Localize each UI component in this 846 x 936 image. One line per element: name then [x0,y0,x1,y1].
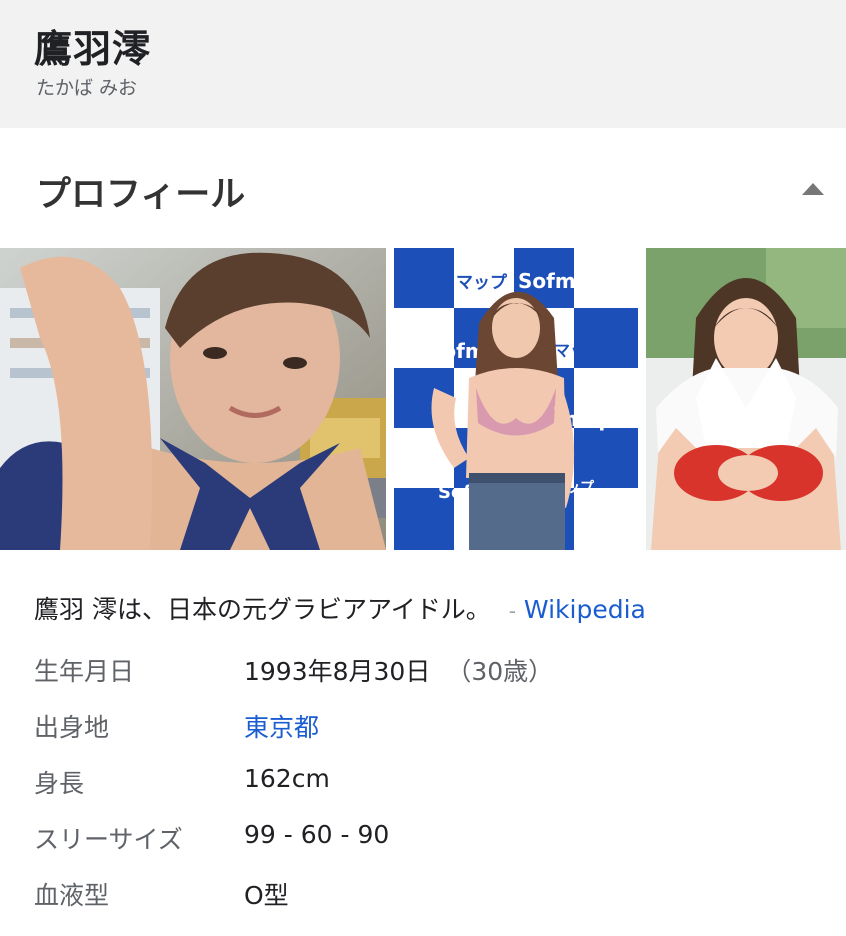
image-gallery: ソフマップ Sofmap Sofm ソフマップ Sof map ップ ップ [0,248,846,550]
fact-row-measurements: スリーサイズ 99 - 60 - 90 [34,808,834,864]
profile-section-header[interactable]: プロフィール [0,152,846,222]
entity-header: 鷹羽澪 たかば みお [0,0,846,128]
description-separator: - [508,599,516,623]
fact-value: O型 [244,881,289,910]
description-text: 鷹羽 澪は、日本の元グラビアアイドル。 [34,595,491,624]
svg-text:ップ: ップ [604,466,633,482]
birthplace-link[interactable]: 東京都 [244,708,319,744]
wikipedia-link[interactable]: Wikipedia [524,595,646,624]
fact-label: スリーサイズ [34,825,183,854]
fact-row-birthplace: 出身地 東京都 [34,696,834,752]
age-value: （30歳） [446,657,554,686]
entity-reading: たかば みお [36,77,138,99]
svg-text:Sofmap: Sofmap [518,269,604,293]
fact-value: 99 - 60 - 90 [244,820,390,849]
svg-text:Sof: Sof [438,482,471,503]
profile-image-3[interactable] [646,248,846,550]
fact-row-height: 身長 162cm [34,752,834,808]
entity-title: 鷹羽澪 [34,27,152,71]
fact-row-blood-type: 血液型 O型 [34,864,834,920]
fact-value: 162cm [244,764,330,793]
fact-label: 出身地 [34,713,110,742]
fact-label: 血液型 [34,881,110,910]
entity-description: 鷹羽 澪は、日本の元グラビアアイドル。 - Wikipedia [34,590,834,626]
chevron-up-icon[interactable] [800,180,826,198]
profile-image-1[interactable] [0,248,386,550]
fact-value: 1993年8月30日 （30歳） [244,652,553,688]
svg-text:ソフマップ: ソフマップ [422,272,508,293]
fact-label: 生年月日 [34,657,135,686]
profile-image-2[interactable]: ソフマップ Sofmap Sofm ソフマップ Sof map ップ ップ [394,248,638,550]
birthdate-value: 1993年8月30日 [244,657,431,686]
facts-list: 生年月日 1993年8月30日 （30歳） 出身地 東京都 身長 162cm スリ… [34,640,834,920]
section-title: プロフィール [36,175,246,215]
fact-label: 身長 [34,769,85,798]
knowledge-panel: 鷹羽澪 たかば みお プロフィール ソフマップ Sofmap Sofm ソフマッ… [0,0,846,936]
fact-row-birthdate: 生年月日 1993年8月30日 （30歳） [34,640,834,696]
